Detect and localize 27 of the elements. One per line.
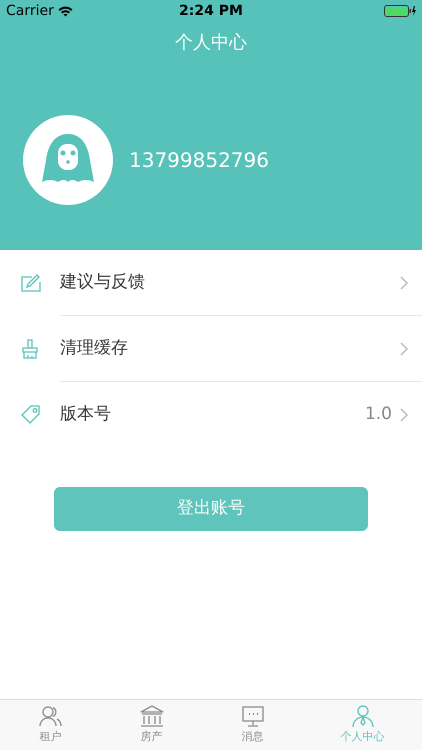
chevron-icon [400, 342, 408, 356]
menu-item[interactable]: 版本号 1.0 [0, 382, 422, 447]
status-time: 2:24 PM [179, 2, 243, 20]
message-icon [240, 704, 266, 730]
tab-button[interactable]: 房产 [101, 700, 202, 750]
bank-icon [138, 704, 164, 730]
tag-icon [20, 404, 42, 426]
phone-number: 13799852796 [129, 147, 269, 174]
menu-label: 建议与反馈 [60, 270, 146, 294]
menu-label: 版本号 [60, 402, 112, 426]
logout-button[interactable]: 登出账号 [54, 487, 368, 531]
edit-icon [20, 272, 42, 294]
version-value: 1.0 [364, 402, 392, 426]
tab-button[interactable]: 个人中心 [303, 700, 422, 750]
tab-button[interactable]: 消息 [202, 700, 303, 750]
wifi-icon [58, 6, 73, 16]
menu-label: 清理缓存 [60, 336, 129, 360]
person-icon [350, 704, 376, 730]
brush-icon [20, 338, 40, 360]
menu-item[interactable]: 清理缓存 [0, 316, 422, 381]
tab-button[interactable]: 租户 [0, 700, 101, 750]
carrier-label: Carrier [6, 2, 54, 20]
chevron-icon [400, 408, 408, 422]
battery-icon [384, 5, 416, 17]
page-title: 个人中心 [175, 30, 247, 54]
menu-item[interactable]: 建议与反馈 [0, 250, 422, 315]
chevron-icon [400, 276, 408, 290]
